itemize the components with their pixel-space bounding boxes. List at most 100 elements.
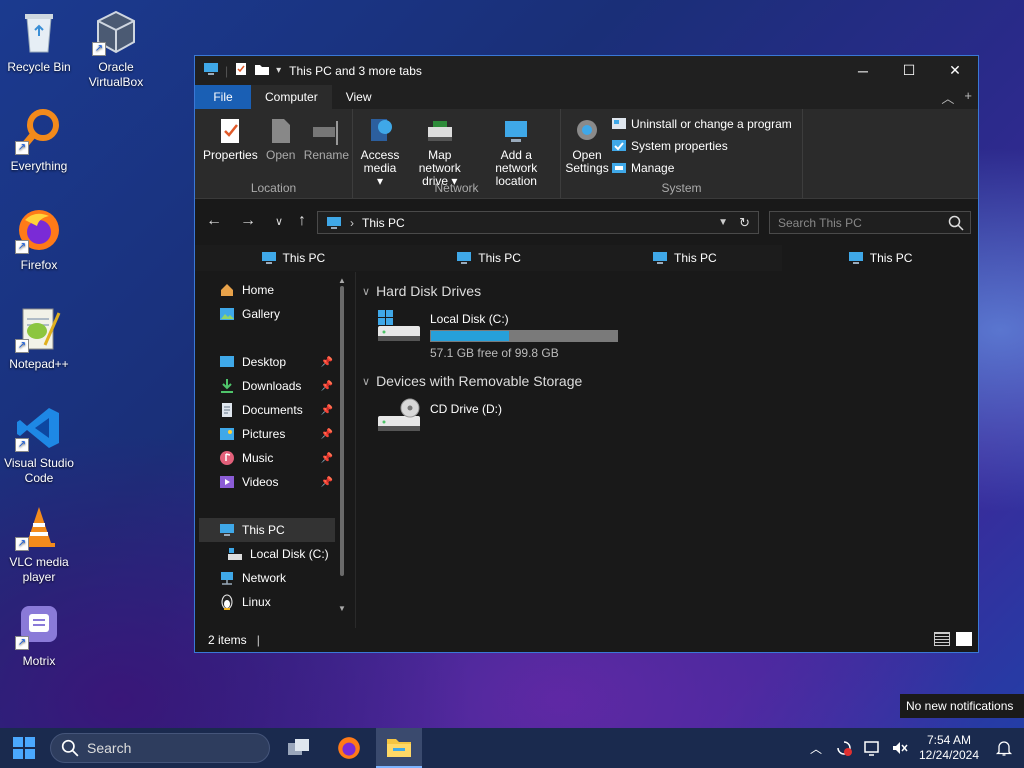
task-view-button[interactable] [276, 728, 322, 768]
window-title: This PC and 3 more tabs [289, 63, 422, 78]
nav-item-downloads[interactable]: Downloads 📌 [195, 374, 355, 398]
ribbon-group-label: Location [250, 181, 297, 195]
tab-this-pc-2[interactable]: This PC [391, 245, 587, 271]
taskbar-file-explorer[interactable] [376, 728, 422, 768]
desktop-icon-label: Recycle Bin [7, 60, 71, 74]
back-button[interactable]: ← [197, 212, 231, 230]
nav-item-home[interactable]: Home [195, 278, 355, 302]
nav-item-local-disk[interactable]: Local Disk (C:) [195, 542, 355, 566]
virtualbox-icon: ↗ [92, 8, 140, 56]
nav-item-this-pc[interactable]: This PC [199, 518, 335, 542]
pin-icon[interactable]: 📌 [321, 477, 333, 488]
customize-quick-access-icon[interactable]: ▾ [276, 65, 281, 76]
desktop-icon-vlc[interactable]: ↗ VLC media player [0, 503, 78, 585]
cd-drive-icon [378, 398, 420, 431]
new-folder-quick-icon[interactable] [254, 62, 270, 79]
status-bar: 2 items | [195, 628, 978, 652]
up-button[interactable]: ↑ [285, 212, 319, 230]
desktop-icon-vscode[interactable]: ↗ Visual Studio Code [0, 404, 78, 486]
nav-item-linux[interactable]: Linux [195, 590, 355, 614]
local-disk-icon [228, 548, 242, 560]
tab-this-pc-4[interactable]: This PC [782, 245, 978, 271]
desktop-icon-label: VLC media player [9, 555, 69, 584]
shortcut-arrow-icon: ↗ [15, 240, 29, 254]
search-icon [61, 739, 79, 757]
pin-icon[interactable]: 📌 [321, 453, 333, 464]
recent-locations-icon[interactable]: ∨ [275, 215, 283, 228]
everything-search-icon: ↗ [15, 107, 63, 155]
pin-icon[interactable]: 📌 [321, 405, 333, 416]
nav-scrollbar[interactable] [340, 286, 344, 576]
pin-icon[interactable]: 📌 [321, 381, 333, 392]
show-hidden-icons-icon[interactable]: ︿ [802, 740, 830, 757]
taskbar-search[interactable]: Search [50, 733, 270, 763]
close-button[interactable]: ✕ [932, 56, 978, 85]
downloads-icon [221, 379, 233, 393]
tab-computer[interactable]: Computer [251, 85, 332, 109]
nav-item-network[interactable]: Network [195, 566, 355, 590]
ribbon-group-label: Network [434, 181, 479, 195]
desktop-icon-motrix[interactable]: ↗ Motrix [0, 602, 78, 669]
uninstall-program-button[interactable]: Uninstall or change a program [611, 113, 792, 135]
maximize-button[interactable]: ☐ [886, 56, 932, 85]
taskbar-firefox[interactable] [326, 728, 372, 768]
vlc-icon: ↗ [15, 503, 63, 551]
notifications-button[interactable] [984, 728, 1024, 768]
this-pc-icon [848, 252, 863, 264]
breadcrumb-this-pc[interactable]: This PC [362, 216, 405, 230]
start-button[interactable] [0, 728, 48, 768]
map-network-drive-icon [427, 121, 452, 141]
drive-item-c[interactable]: Local Disk (C:) 57.1 GB free of 99.8 GB [362, 308, 978, 360]
forward-button[interactable]: → [231, 212, 265, 230]
desktop-icon-virtualbox[interactable]: ↗ Oracle VirtualBox [77, 8, 155, 90]
breadcrumb-chevron-icon: › [350, 215, 354, 230]
desktop-icon-notepad-plus-plus[interactable]: ↗ Notepad++ [0, 305, 78, 372]
properties-quick-icon[interactable] [234, 62, 248, 79]
desktop-icon-everything[interactable]: ↗ Everything [0, 107, 78, 174]
tab-this-pc-1[interactable]: This PC [195, 245, 391, 271]
nav-item-desktop[interactable]: Desktop 📌 [195, 350, 355, 374]
nav-item-gallery[interactable]: Gallery [195, 302, 355, 326]
new-tab-icon[interactable]: + [964, 88, 972, 107]
group-header-hdd[interactable]: ∨ Hard Disk Drives [362, 280, 978, 302]
address-bar[interactable]: › This PC ▼ ↻ [317, 211, 759, 234]
drive-item-d[interactable]: CD Drive (D:) [362, 398, 978, 434]
tab-view[interactable]: View [332, 85, 386, 109]
desktop-icon-recycle-bin[interactable]: Recycle Bin [0, 8, 78, 75]
manage-button[interactable]: Manage [611, 157, 792, 179]
scroll-down-icon[interactable]: ▼ [338, 604, 346, 613]
gallery-icon [220, 308, 234, 320]
nav-item-videos[interactable]: Videos 📌 [195, 470, 355, 494]
collapse-ribbon-icon[interactable]: ︿ [941, 88, 954, 107]
clock-date: 12/24/2024 [918, 748, 980, 762]
nav-item-pictures[interactable]: Pictures 📌 [195, 422, 355, 446]
items-view: ∨ Hard Disk Drives Local Disk (C:) 57.1 … [355, 272, 978, 628]
desktop-icon-label: Notepad++ [9, 357, 69, 371]
search-input[interactable]: Search This PC [769, 211, 971, 234]
display-icon[interactable] [858, 739, 886, 757]
address-row: ← → ∨ ↑ › This PC ▼ ↻ Search This PC [195, 199, 978, 245]
title-bar[interactable]: | ▾ This PC and 3 more tabs ─ ☐ ✕ [195, 56, 978, 85]
scroll-up-icon[interactable]: ▲ [338, 276, 346, 285]
volume-muted-icon[interactable] [886, 739, 914, 757]
tab-file[interactable]: File [195, 85, 251, 109]
tab-this-pc-3[interactable]: This PC [587, 245, 783, 271]
this-pc-icon [203, 62, 219, 79]
pin-icon[interactable]: 📌 [321, 357, 333, 368]
system-properties-button[interactable]: System properties [611, 135, 792, 157]
content-area: Home Gallery Desktop 📌 Downloads 📌 Documen… [195, 272, 978, 628]
group-header-removable[interactable]: ∨ Devices with Removable Storage [362, 370, 978, 392]
clock[interactable]: 7:54 AM 12/24/2024 [914, 733, 984, 763]
ribbon-tab-bar: File Computer View ︿ + [195, 85, 978, 109]
nav-item-documents[interactable]: Documents 📌 [195, 398, 355, 422]
nav-item-music[interactable]: Music 📌 [195, 446, 355, 470]
pin-icon[interactable]: 📌 [321, 429, 333, 440]
large-icons-view-icon[interactable] [956, 632, 972, 646]
address-dropdown-icon[interactable]: ▼ [718, 217, 728, 228]
minimize-button[interactable]: ─ [840, 56, 886, 85]
details-view-icon[interactable] [934, 632, 950, 646]
update-status-icon[interactable] [830, 739, 858, 757]
desktop-folder-icon [220, 356, 234, 367]
desktop-icon-firefox[interactable]: ↗ Firefox [0, 206, 78, 273]
refresh-icon[interactable]: ↻ [739, 215, 750, 231]
